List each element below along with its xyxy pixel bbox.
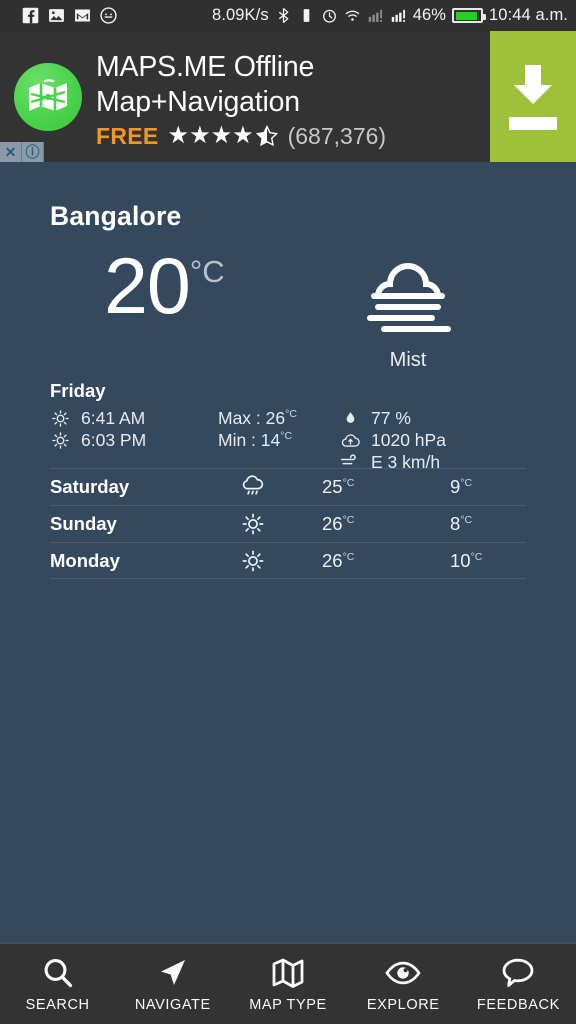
nav-label-search: SEARCH xyxy=(25,996,90,1013)
ad-info-button[interactable]: ⓘ xyxy=(22,142,44,162)
today-day-label: Friday xyxy=(50,380,106,401)
navigate-arrow-icon xyxy=(156,956,190,990)
forecast-day-label: Saturday xyxy=(50,476,130,497)
current-temperature-block: 20 °C xyxy=(104,241,225,330)
gmail-icon xyxy=(75,9,90,22)
nav-label-map-type: MAP TYPE xyxy=(249,996,327,1013)
max-temp-value: Max : 26 xyxy=(218,408,286,428)
map-fold-icon xyxy=(271,956,305,990)
sunset-time: 6:03 PM xyxy=(81,429,147,450)
mist-icon xyxy=(367,263,451,332)
pressure-value: 1020 hPa xyxy=(371,429,446,450)
ad-title-line2: Map+Navigation xyxy=(96,85,300,118)
download-arrow-glyph xyxy=(514,65,552,104)
alarm-icon xyxy=(322,9,336,23)
status-bar-system-indicators: 8.09K/s 46% 10:44 a.m. xyxy=(212,6,568,25)
forecast-low: 10°C xyxy=(450,549,483,571)
facebook-icon xyxy=(22,7,39,24)
app-screen: 8.09K/s 46% 10:44 a.m. MAPS.ME Offline M… xyxy=(0,0,576,1024)
nav-item-navigate[interactable]: NAVIGATE xyxy=(115,944,230,1024)
sunset-icon xyxy=(50,430,70,450)
eye-icon xyxy=(385,956,421,990)
ad-price-label: FREE xyxy=(96,122,159,149)
current-temperature-unit: °C xyxy=(189,254,225,289)
advertisement-banner[interactable]: MAPS.ME Offline Map+Navigation FREE ★★★★… xyxy=(0,31,576,162)
max-temp-row: Max : 26°C xyxy=(218,408,330,430)
bottom-navigation-bar: SEARCH NAVIGATE MAP TYPE EXPLORE FEEDBAC… xyxy=(0,942,576,1024)
forecast-row-saturday[interactable]: Saturday 25°C 9°C xyxy=(50,468,526,505)
environment-column: 77 % 1020 hPa E 3 km/h xyxy=(330,407,526,473)
forecast-row-monday[interactable]: Monday 26°C 10°C xyxy=(50,542,526,579)
star-half-icon xyxy=(255,124,278,147)
battery-icon xyxy=(452,8,487,23)
signal-2-icon xyxy=(391,9,405,22)
ad-controls[interactable]: ✕ ⓘ xyxy=(0,142,44,162)
humidity-value: 77 % xyxy=(371,407,411,428)
forecast-list: Saturday 25°C 9°C Sunday 26°C 8°C Monday… xyxy=(50,468,526,579)
pressure-icon xyxy=(340,430,360,450)
humidity-icon xyxy=(340,408,360,428)
sunrise-row: 6:41 AM xyxy=(50,407,218,429)
nav-item-explore[interactable]: EXPLORE xyxy=(346,944,461,1024)
condition-label: Mist xyxy=(389,349,427,371)
status-bar-notification-icons xyxy=(22,7,117,24)
current-temperature-value: 20 xyxy=(104,241,191,330)
ad-close-button[interactable]: ✕ xyxy=(0,142,22,162)
download-bar-glyph xyxy=(509,117,557,130)
sunset-row: 6:03 PM xyxy=(50,429,218,451)
status-bar: 8.09K/s 46% 10:44 a.m. xyxy=(0,0,576,31)
today-detail-section: Friday 6:41 AM 6:03 PM Max: 26°C Min: … xyxy=(50,380,526,473)
nav-item-map-type[interactable]: MAP TYPE xyxy=(230,944,345,1024)
ad-meta-row: FREE ★★★★ (687,376) xyxy=(96,123,486,150)
wifi-icon xyxy=(345,10,359,21)
rain-icon xyxy=(215,475,290,499)
ad-title-line1: MAPS.ME Offline xyxy=(96,50,315,83)
vibrate-icon xyxy=(303,9,310,22)
sunrise-time: 6:41 AM xyxy=(81,407,146,428)
rating-stars: ★★★★ xyxy=(168,124,279,148)
speech-bubble-icon xyxy=(501,956,535,990)
star-full-group: ★★★★ xyxy=(167,122,254,149)
sun-times-column: 6:41 AM 6:03 PM xyxy=(50,407,218,451)
forecast-day-label: Monday xyxy=(50,549,120,571)
nav-label-navigate: NAVIGATE xyxy=(134,996,211,1013)
network-speed-text: 8.09K/s xyxy=(212,6,269,24)
mapsme-app-icon xyxy=(14,62,82,131)
forecast-high: 26°C xyxy=(322,549,355,571)
nav-item-search[interactable]: SEARCH xyxy=(0,944,115,1024)
current-condition-block: Mist xyxy=(358,262,458,372)
sunrise-icon xyxy=(50,408,70,428)
battery-percent-text: 46% xyxy=(412,6,447,24)
min-temp-value: Min : 14 xyxy=(218,430,281,450)
min-temp-row: Min : 14°C xyxy=(218,430,330,452)
humidity-row: 77 % xyxy=(340,407,526,429)
nav-label-explore: EXPLORE xyxy=(366,996,440,1013)
ad-text-container: MAPS.ME Offline Map+Navigation FREE ★★★★… xyxy=(96,31,490,162)
city-name: Bangalore xyxy=(50,201,182,231)
nav-label-feedback: FEEDBACK xyxy=(476,996,560,1013)
nav-item-feedback[interactable]: FEEDBACK xyxy=(461,944,576,1024)
min-temp-unit: °C xyxy=(280,430,293,443)
sun-icon xyxy=(215,512,290,536)
pressure-row: 1020 hPa xyxy=(340,429,526,451)
clock-text: 10:44 a.m. xyxy=(489,6,568,24)
ad-download-button[interactable] xyxy=(490,31,576,162)
forecast-high: 25°C xyxy=(322,476,355,497)
forecast-high: 26°C xyxy=(322,513,355,534)
messenger-icon xyxy=(100,7,117,24)
bluetooth-icon xyxy=(278,7,289,24)
signal-1-icon xyxy=(368,9,382,22)
forecast-low: 8°C xyxy=(450,513,473,534)
max-temp-unit: °C xyxy=(285,408,297,421)
minmax-column: Max : 26°C Min : 14°C xyxy=(218,407,330,452)
forecast-day-label: Sunday xyxy=(50,513,117,534)
folded-map-glyph xyxy=(29,78,67,111)
forecast-row-sunday[interactable]: Sunday 26°C 8°C xyxy=(50,505,526,542)
download-icon xyxy=(506,63,560,130)
sun-icon xyxy=(215,549,290,573)
forecast-low: 9°C xyxy=(450,476,473,497)
ad-review-count: (687,376) xyxy=(287,122,387,149)
search-icon xyxy=(41,956,75,990)
photos-icon xyxy=(49,9,64,22)
